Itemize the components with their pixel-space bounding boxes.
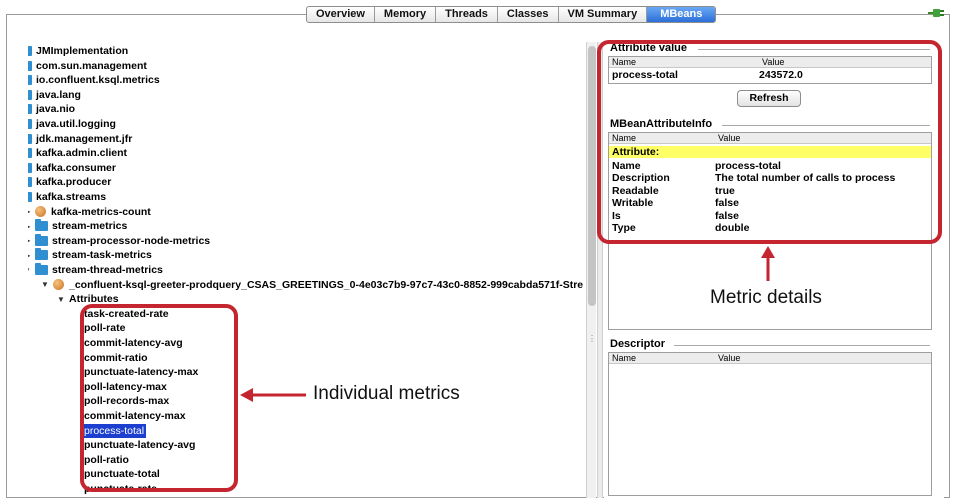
tree-node-label: java.util.logging [36, 118, 116, 130]
bean-icon [53, 279, 64, 291]
tree-node-label: com.sun.management [36, 59, 147, 72]
expanded-arrow-icon[interactable]: ▼ [40, 280, 50, 289]
tab-vm-summary[interactable]: VM Summary [559, 7, 648, 22]
expanded-arrow-icon[interactable]: ▼ [56, 295, 66, 304]
tree-node-label: stream-thread-metrics [52, 264, 163, 276]
tree-domain-node[interactable]: ▶java.lang [28, 88, 81, 102]
bean-icon [35, 206, 46, 218]
folder-icon [35, 248, 48, 261]
collapsed-arrow-icon[interactable]: ▶ [28, 207, 32, 216]
descriptor-table: Name Value [608, 352, 932, 496]
tree-node-label: io.confluent.ksql.metrics [36, 74, 160, 87]
folder-icon [35, 219, 48, 232]
tree-node-label: java.lang [36, 88, 81, 101]
tree-child-node[interactable]: ▼ stream-thread-metrics [28, 263, 163, 277]
tree-child-node[interactable]: ▶ stream-metrics [28, 219, 127, 233]
tree-child-node[interactable]: ▶ stream-processor-node-metrics [28, 233, 211, 248]
tree-domain-node[interactable]: ▶java.util.logging [28, 117, 116, 131]
folder-icon [28, 46, 32, 56]
tree-node-label: JMImplementation [36, 45, 129, 57]
grip-icon: ⋮ [588, 334, 596, 343]
tree-node-label: stream-processor-node-metrics [52, 234, 211, 247]
tree-domain-node[interactable]: ▶kafka.producer [28, 175, 111, 189]
tab-overview[interactable]: Overview [307, 7, 375, 22]
tree-node-label: stream-task-metrics [52, 249, 152, 262]
tree-domain-node[interactable]: ▶kafka.consumer [28, 161, 116, 175]
tree-domain-node[interactable]: ▶com.sun.management [28, 59, 147, 73]
metric-details-label: Metric details [710, 287, 822, 308]
tab-memory[interactable]: Memory [375, 7, 437, 22]
connection-plug-icon [928, 9, 944, 17]
collapsed-arrow-icon[interactable]: ▶ [28, 236, 32, 245]
folder-icon [28, 192, 32, 202]
folder-icon [28, 148, 32, 159]
folder-icon [28, 60, 32, 71]
collapsed-arrow-icon[interactable]: ▶ [28, 222, 32, 231]
tree-scrollbar[interactable]: ⋮ [586, 42, 596, 498]
tab-threads[interactable]: Threads [436, 7, 498, 22]
scrollbar-thumb[interactable] [588, 46, 596, 306]
table-header: Name Value [609, 353, 931, 364]
tree-child-node[interactable]: ▶ stream-task-metrics [28, 248, 152, 262]
tab-classes[interactable]: Classes [498, 7, 559, 22]
column-value-header: Value [718, 353, 741, 363]
tree-thread-node[interactable]: ▼ _confluent-ksql-greeter-prodquery_CSAS_… [40, 278, 583, 292]
descriptor-title: Descriptor [610, 338, 666, 350]
tree-domain-node[interactable]: ▶jdk.management.jfr [28, 132, 132, 146]
folder-icon [28, 162, 32, 173]
group-divider [674, 345, 930, 346]
tab-mbeans[interactable]: MBeans [647, 7, 716, 22]
folder-icon [28, 119, 32, 129]
expanded-arrow-icon[interactable]: ▼ [28, 266, 32, 275]
tree-domain-node[interactable]: ▶kafka.admin.client [28, 146, 127, 160]
tree-node-label: jdk.management.jfr [36, 132, 133, 145]
individual-metrics-highlight-box [80, 304, 238, 492]
tree-domain-node[interactable]: ▶io.confluent.ksql.metrics [28, 73, 160, 87]
individual-metrics-label: Individual metrics [313, 383, 460, 404]
tree-child-node[interactable]: ▶ kafka-metrics-count [28, 205, 151, 219]
collapsed-arrow-icon[interactable]: ▶ [28, 251, 32, 260]
folder-icon [28, 104, 32, 115]
metric-details-highlight-box [597, 40, 942, 244]
column-name-header: Name [612, 353, 637, 363]
tree-node-label: _confluent-ksql-greeter-prodquery_CSAS_G… [69, 278, 584, 291]
folder-icon [28, 75, 32, 86]
folder-icon [28, 133, 32, 144]
tree-domain-node[interactable]: ▶JMImplementation [28, 44, 128, 58]
tree-node-label: kafka.admin.client [36, 147, 128, 160]
folder-icon [35, 233, 48, 246]
tab-bar: Overview Memory Threads Classes VM Summa… [306, 6, 717, 23]
tree-domain-node[interactable]: ▼kafka.streams [28, 190, 106, 204]
folder-icon [28, 89, 32, 100]
tree-node-label: kafka-metrics-count [51, 205, 151, 218]
tree-node-label: kafka.streams [36, 191, 107, 203]
tree-node-label: kafka.producer [36, 176, 112, 189]
tree-node-label: stream-metrics [52, 220, 128, 233]
tree-node-label: kafka.consumer [36, 161, 116, 174]
folder-icon [28, 177, 32, 188]
folder-icon [35, 263, 48, 275]
tree-node-label: java.nio [36, 103, 76, 116]
tree-domain-node[interactable]: ▶java.nio [28, 102, 75, 116]
